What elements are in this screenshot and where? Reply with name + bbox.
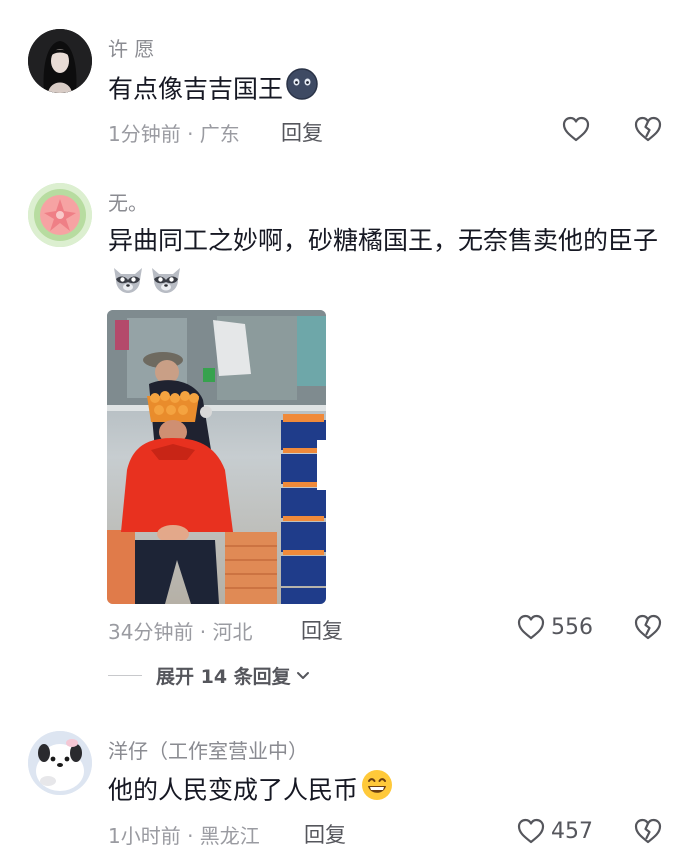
comment-text: 有点像吉吉国王 [108, 67, 668, 114]
raccoon-emoji-icon [110, 262, 146, 309]
comment-text: 异曲同工之妙啊，砂糖橘国王，无奈售卖他的臣子 [108, 220, 668, 309]
divider [108, 674, 142, 676]
comment-time-location: 1分钟前 · 广东 [108, 122, 240, 146]
broken-heart-icon [634, 818, 662, 844]
comment-time-location: 1小时前 · 黑龙江 [108, 824, 260, 848]
comment-username[interactable]: 许 愿 [108, 33, 154, 62]
comment-text-content: 异曲同工之妙啊，砂糖橘国王，无奈售卖他的臣子 [108, 226, 659, 255]
like-button[interactable]: 457 [515, 814, 593, 848]
comment-text-content: 有点像吉吉国王 [108, 74, 284, 104]
heart-icon [517, 818, 545, 844]
avatar[interactable] [28, 29, 92, 93]
comment-username[interactable]: 无。 [108, 187, 148, 216]
heart-icon [562, 116, 590, 142]
comment-item: 洋仔（工作室营业中） 他的人民变成了人民币 1小时前 · 黑龙江 回复 457 [0, 720, 690, 850]
reply-button[interactable]: 回复 [281, 117, 323, 147]
dark-hair-girl-avatar-icon [28, 29, 92, 93]
dislike-button[interactable] [632, 815, 664, 847]
photo-illustration [107, 310, 326, 604]
reply-button[interactable]: 回复 [301, 615, 343, 645]
like-count: 457 [551, 818, 593, 844]
broken-heart-icon [634, 614, 662, 640]
comment-text: 他的人民变成了人民币 [108, 768, 668, 815]
comment-time-location: 34分钟前 · 河北 [108, 620, 253, 644]
expand-replies-button[interactable]: 展开 14 条回复 [108, 660, 312, 690]
avatar[interactable] [28, 731, 92, 795]
comment-item: 无。 异曲同工之妙啊，砂糖橘国王，无奈售卖他的臣子 34分钟前 · 河北 回复 [0, 170, 690, 690]
comment-text-content: 他的人民变成了人民币 [108, 775, 359, 805]
dislike-button[interactable] [632, 611, 664, 643]
avatar[interactable] [28, 183, 92, 247]
broken-heart-icon [634, 116, 662, 142]
guava-fruit-avatar-icon [28, 183, 92, 247]
cartoon-dog-avatar-icon [28, 731, 92, 795]
like-count: 556 [551, 614, 593, 640]
comment-item: 许 愿 有点像吉吉国王 1分钟前 · 广东 回复 [0, 0, 690, 170]
like-button[interactable]: 556 [515, 610, 593, 644]
raccoon-emoji-icon [148, 262, 184, 309]
reply-button[interactable]: 回复 [304, 819, 346, 849]
heart-icon [517, 614, 545, 640]
comment-username[interactable]: 洋仔（工作室营业中） [108, 735, 308, 764]
dislike-button[interactable] [632, 113, 664, 145]
grin-emoji-icon [360, 768, 394, 815]
blob-face-emoji-icon [285, 67, 319, 114]
like-button[interactable] [560, 112, 592, 146]
expand-replies-label: 展开 14 条回复 [156, 665, 291, 688]
chevron-down-icon [296, 672, 309, 679]
orange-vendor-photo[interactable] [107, 310, 326, 604]
